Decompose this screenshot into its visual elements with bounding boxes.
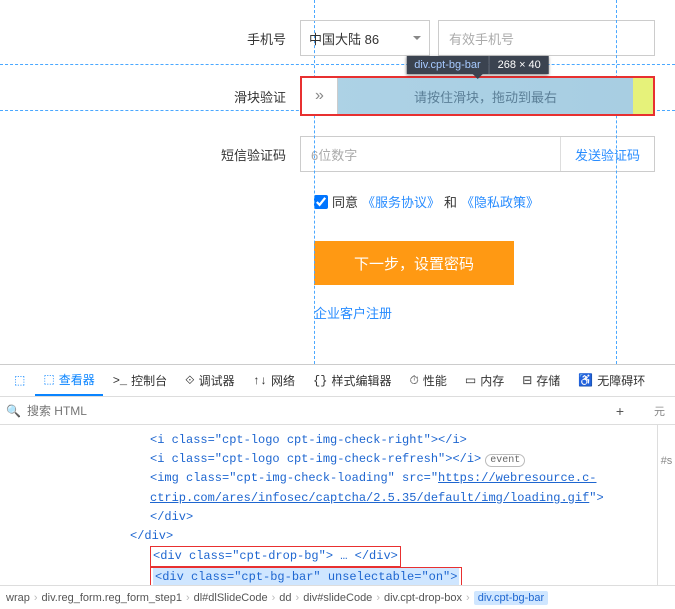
html-line[interactable]: <img class="cpt-img-check-loading" src="… [150,469,657,507]
slider-captcha[interactable]: div.cpt-bg-bar 268 × 40 » 请按住滑块，拖动到最右 [300,76,655,116]
inspector-picker-icon[interactable]: ⬚ [6,365,33,396]
html-line[interactable]: <i class="cpt-logo cpt-img-check-refresh… [150,450,657,469]
tab-network[interactable]: ↑↓网络 [245,365,303,396]
tooltip-selector: div.cpt-bg-bar [406,56,488,74]
tab-memory[interactable]: ▭内存 [457,365,512,396]
tooltip-size: 268 × 40 [489,56,549,74]
event-badge[interactable]: event [485,454,525,467]
slider-label: 滑块验证 [0,87,300,106]
agree-text: 同意 [332,192,358,211]
devtools-panel: ⬚ ⬚查看器 >_控制台 ⟐调试器 ↑↓网络 {}样式编辑器 ⏱性能 ▭内存 ⊟… [0,364,675,609]
html-line[interactable]: <i class="cpt-logo cpt-img-check-right">… [150,431,657,450]
send-sms-button[interactable]: 发送验证码 [560,137,654,171]
tab-style-editor[interactable]: {}样式编辑器 [305,365,399,396]
next-step-button[interactable]: 下一步，设置密码 [314,241,514,285]
tab-accessibility[interactable]: ♿无障碍环 [570,365,653,396]
slider-track-text: 请按住滑块，拖动到最右 [338,78,633,114]
phone-placeholder: 有效手机号 [449,29,514,48]
sms-label: 短信验证码 [0,145,300,164]
breadcrumb-item[interactable]: wrap [6,592,30,604]
add-rule-icon[interactable]: + [616,403,624,419]
html-line-highlighted[interactable]: <div class="cpt-drop-bg"> … </div> [150,546,657,567]
slider-end-marker [633,78,653,114]
privacy-link[interactable]: 《隐私政策》 [461,192,539,211]
tab-storage[interactable]: ⊟存储 [514,365,568,396]
side-tab-2[interactable]: #s [658,455,675,467]
agree-mid: 和 [444,192,457,211]
phone-input[interactable]: 有效手机号 [438,20,655,56]
sms-code-input[interactable]: 6位数字 [301,145,560,164]
enterprise-signup-link[interactable]: 企业客户注册 [314,303,675,322]
agree-checkbox[interactable] [314,195,328,209]
breadcrumb-item-active[interactable]: div.cpt-bg-bar [474,591,548,605]
side-tab-1[interactable]: 元 [654,403,665,419]
search-icon: 🔍 [6,404,21,418]
breadcrumb-bar: wrap› div.reg_form.reg_form_step1› dl#dl… [0,585,675,609]
sms-placeholder: 6位数字 [311,148,357,163]
tab-console[interactable]: >_控制台 [105,365,175,396]
html-line[interactable]: </div> [130,527,657,546]
html-line[interactable]: </div> [150,508,657,527]
breadcrumb-item[interactable]: dl#dlSlideCode [194,592,268,604]
country-value: 中国大陆 86 [309,29,379,48]
inspector-tooltip: div.cpt-bg-bar 268 × 40 [406,56,549,74]
breadcrumb-item[interactable]: div.cpt-drop-box [384,592,462,604]
html-tree[interactable]: <i class="cpt-logo cpt-img-check-right">… [0,425,657,585]
breadcrumb-item[interactable]: div.reg_form.reg_form_step1 [42,592,182,604]
country-select[interactable]: 中国大陆 86 [300,20,430,56]
tab-performance[interactable]: ⏱性能 [401,365,454,396]
breadcrumb-item[interactable]: div#slideCode [303,592,372,604]
breadcrumb-item[interactable]: dd [279,592,291,604]
html-line-selected[interactable]: <div class="cpt-bg-bar" unselectable="on… [150,567,657,585]
tab-inspector[interactable]: ⬚查看器 [35,365,102,396]
tos-link[interactable]: 《服务协议》 [362,192,440,211]
tab-debugger[interactable]: ⟐调试器 [177,365,242,396]
phone-label: 手机号 [0,29,300,48]
chevrons-right-icon: » [315,87,324,105]
html-search-input[interactable] [27,404,610,418]
slider-handle[interactable]: » [302,78,338,114]
